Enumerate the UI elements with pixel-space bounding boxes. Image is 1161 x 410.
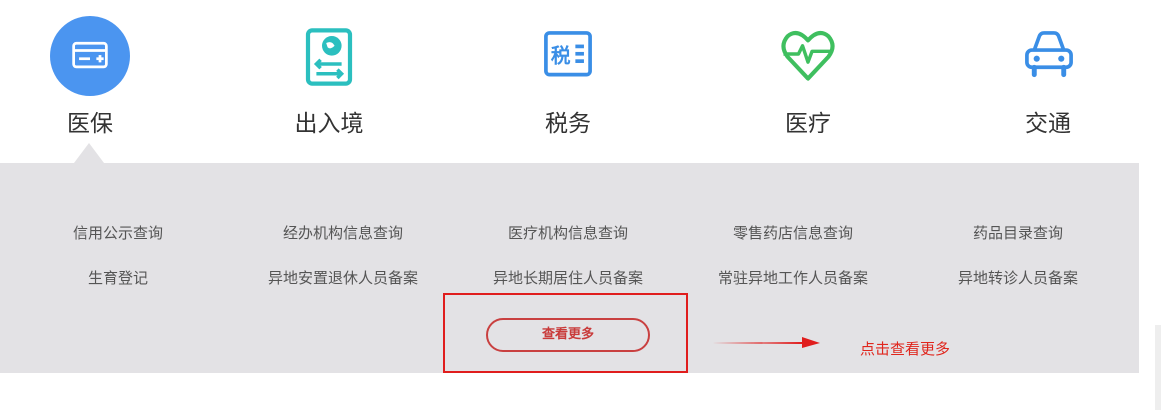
category-label: 交通: [1025, 111, 1071, 137]
heart-pulse-icon: [768, 16, 848, 96]
annotation-arrow-icon: [712, 337, 820, 348]
service-link[interactable]: 医疗机构信息查询: [508, 222, 628, 243]
service-link[interactable]: 药品目录查询: [973, 222, 1063, 243]
medical-card-icon: [50, 16, 130, 96]
category-label: 税务: [545, 111, 591, 137]
service-link[interactable]: 经办机构信息查询: [283, 222, 403, 243]
car-icon: [1008, 16, 1088, 96]
category-row: 医保 出入境 税 税务 医疗 交通: [0, 0, 1161, 163]
tax-icon: 税: [528, 16, 608, 96]
active-tab-pointer: [74, 143, 104, 163]
passport-exchange-icon: [289, 16, 369, 96]
service-link[interactable]: 异地长期居住人员备案: [493, 267, 643, 288]
category-label: 出入境: [294, 111, 364, 137]
category-label: 医保: [67, 111, 113, 137]
service-link[interactable]: 常驻异地工作人员备案: [718, 267, 868, 288]
page-edge-strip: [1155, 325, 1161, 410]
service-link[interactable]: 异地安置退休人员备案: [268, 267, 418, 288]
service-link[interactable]: 信用公示查询: [73, 222, 163, 243]
service-link[interactable]: 异地转诊人员备案: [958, 267, 1078, 288]
annotation-text: 点击查看更多: [860, 340, 951, 358]
category-label: 医疗: [785, 111, 831, 137]
svg-text:税: 税: [551, 44, 571, 67]
view-more-button[interactable]: 查看更多: [486, 318, 650, 352]
service-link[interactable]: 零售药店信息查询: [733, 222, 853, 243]
service-link[interactable]: 生育登记: [88, 267, 148, 288]
